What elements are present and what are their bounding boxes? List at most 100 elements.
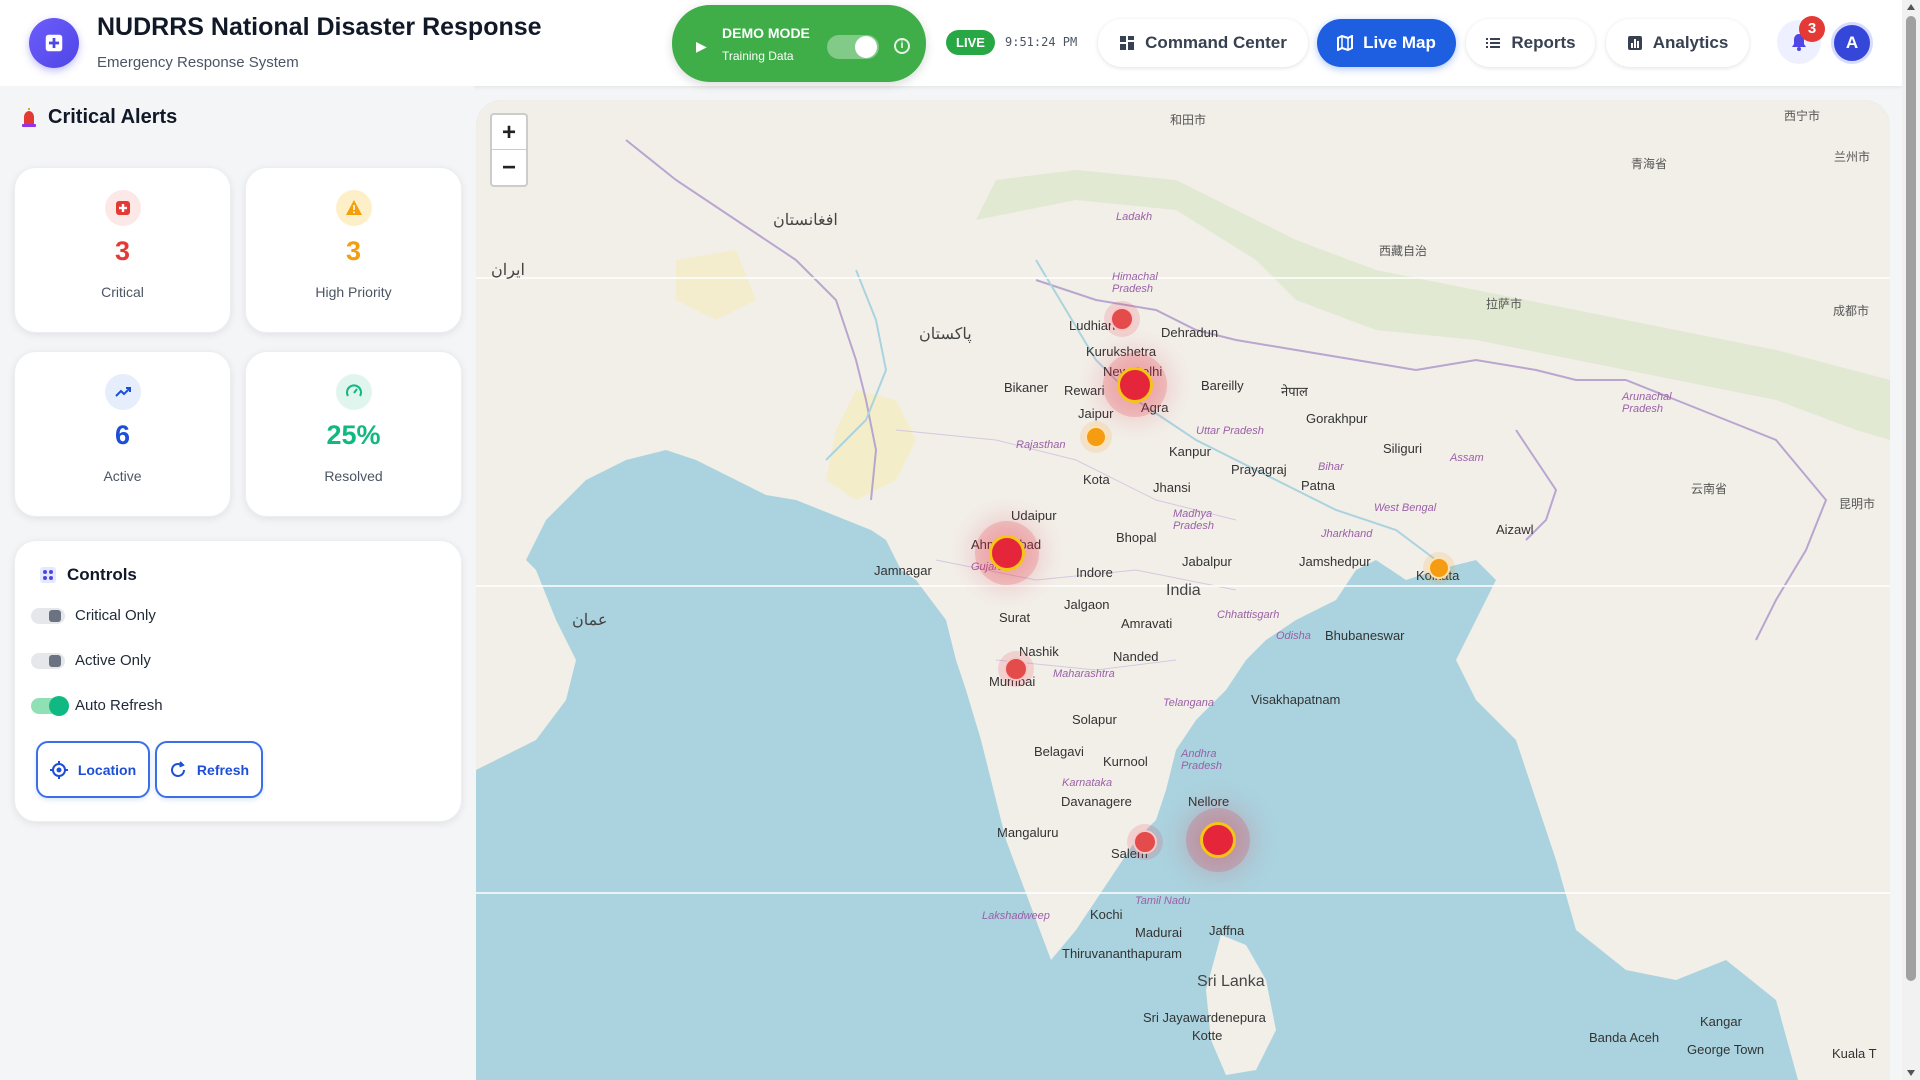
map-label-bareilly: Bareilly	[1201, 378, 1244, 393]
sidebar-title: Critical Alerts	[48, 106, 178, 128]
map-label-qinghai: 青海省	[1631, 157, 1668, 171]
info-icon[interactable]: i	[894, 38, 910, 54]
nav-label: Command Center	[1145, 33, 1287, 52]
nav-reports[interactable]: Reports	[1466, 19, 1595, 67]
map-icon	[1337, 35, 1354, 51]
incident-marker-critical[interactable]	[1117, 367, 1153, 403]
demo-mode-panel[interactable]: ▶ DEMO MODE Training Data i	[672, 5, 926, 82]
toggle-switch[interactable]	[31, 695, 69, 716]
toggle-critical-only[interactable]: Critical Only	[31, 607, 156, 624]
incident-marker-high[interactable]	[1428, 557, 1450, 579]
incident-marker-critical[interactable]	[1133, 830, 1157, 854]
map-label-aizawl: Aizawl	[1496, 522, 1534, 537]
map-label-kotte: Kotte	[1192, 1028, 1223, 1043]
map-label-ladakh: Ladakh	[1116, 211, 1153, 223]
map-label-kurnool: Kurnool	[1103, 754, 1148, 769]
live-map[interactable]: + − Ludhiana Dehradun Kurukshetra New De…	[476, 100, 1890, 1080]
incident-marker-high[interactable]	[1085, 426, 1107, 448]
controls-heading: Controls	[39, 565, 137, 585]
refresh-button[interactable]: Refresh	[155, 741, 263, 798]
map-label-agra: Agra	[1141, 400, 1169, 415]
map-label-hotan: 和田市	[1170, 113, 1207, 127]
map-label-jabalpur: Jabalpur	[1182, 554, 1232, 569]
incident-marker-critical[interactable]	[1200, 822, 1236, 858]
map-label-jaipur: Jaipur	[1078, 406, 1114, 421]
map-label-lakshadweep: Lakshadweep	[982, 910, 1050, 922]
location-button[interactable]: Location	[36, 741, 150, 798]
scroll-up-arrow-icon[interactable]	[1907, 4, 1915, 10]
clock-display: 9:51:24 PM	[1005, 35, 1078, 49]
toggle-switch[interactable]	[31, 652, 65, 669]
scroll-thumb[interactable]	[1906, 16, 1916, 981]
gauge-icon	[335, 374, 372, 410]
map-label-assam: Assam	[1450, 452, 1484, 464]
map-label-thiruvananthapuram: Thiruvananthapuram	[1062, 946, 1182, 961]
map-label-lanzhou: 兰州市	[1834, 150, 1871, 164]
critical-alerts-heading: Critical Alerts	[20, 106, 177, 129]
map-label-bihar: Bihar	[1318, 461, 1344, 473]
demo-mode-title: DEMO MODE	[722, 25, 810, 41]
demo-mode-subtitle: Training Data	[722, 49, 794, 63]
nav-live-map[interactable]: Live Map	[1317, 19, 1456, 67]
live-badge: LIVE	[946, 30, 995, 55]
nav-label: Analytics	[1652, 33, 1729, 52]
incident-marker-critical[interactable]	[1110, 307, 1134, 331]
toggle-knob	[855, 36, 877, 58]
toggle-auto-refresh[interactable]: Auto Refresh	[31, 695, 163, 716]
nav-command-center[interactable]: Command Center	[1098, 19, 1308, 67]
map-label-georgetown: George Town	[1687, 1042, 1765, 1057]
map-label-kangar: Kangar	[1700, 1014, 1742, 1029]
notifications-button[interactable]: 3	[1777, 16, 1825, 64]
map-label-jamshedpur: Jamshedpur	[1299, 554, 1371, 569]
refresh-icon	[170, 760, 185, 777]
stat-card-critical[interactable]: 3 Critical	[14, 167, 231, 333]
app-logo[interactable]	[29, 18, 79, 68]
notification-count-badge: 3	[1799, 16, 1825, 42]
map-label-pakistan: پاکستان	[919, 326, 972, 343]
map-label-india: India	[1166, 582, 1201, 599]
map-label-andhra: Andhra Pradesh	[1181, 748, 1222, 772]
toggle-active-only[interactable]: Active Only	[31, 652, 151, 669]
map-label-karnataka: Karnataka	[1062, 777, 1113, 789]
map-label-indore: Indore	[1076, 565, 1113, 580]
zoom-out-button[interactable]: −	[492, 150, 526, 185]
map-label-davanagere: Davanagere	[1061, 794, 1132, 809]
demo-mode-toggle[interactable]	[827, 35, 879, 59]
nav-label: Reports	[1511, 33, 1576, 52]
stat-value: 6	[114, 420, 131, 450]
user-avatar[interactable]: A	[1831, 22, 1873, 64]
locate-icon	[49, 760, 68, 779]
stat-card-high-priority[interactable]: 3 High Priority	[245, 167, 462, 333]
map-label-westbengal: West Bengal	[1374, 502, 1437, 514]
medical-cross-icon	[104, 190, 141, 226]
controls-panel: Controls Critical Only Active Only Auto …	[14, 540, 462, 822]
app-header: NUDRRS National Disaster Response Emerge…	[0, 0, 1902, 86]
map-label-afghanistan: افغانستان	[773, 212, 838, 229]
map-label-iran: ایران	[491, 262, 525, 279]
toggle-switch[interactable]	[31, 607, 65, 624]
map-label-siliguri: Siliguri	[1383, 441, 1423, 456]
map-label-jaffna: Jaffna	[1209, 923, 1245, 938]
map-label-srilanka: Sri Lanka	[1197, 973, 1265, 990]
map-label-oman: عمان	[572, 612, 608, 629]
nav-analytics[interactable]: Analytics	[1606, 19, 1749, 67]
dashboard-icon	[1120, 36, 1135, 50]
controls-grid-icon	[40, 567, 56, 583]
map-label-amravati: Amravati	[1121, 616, 1173, 631]
map-label-kualat: Kuala T	[1832, 1046, 1877, 1061]
play-icon[interactable]: ▶	[696, 38, 707, 55]
page-scrollbar[interactable]	[1902, 0, 1920, 1080]
stat-card-active[interactable]: 6 Active	[14, 351, 231, 517]
stat-card-resolved[interactable]: 25% Resolved	[245, 351, 462, 517]
scroll-down-arrow-icon[interactable]	[1907, 1070, 1915, 1076]
map-label-tamilnadu: Tamil Nadu	[1135, 895, 1191, 907]
map-label-solapur: Solapur	[1072, 712, 1117, 727]
zoom-in-button[interactable]: +	[492, 115, 526, 150]
map-label-prayagraj: Prayagraj	[1231, 462, 1287, 477]
map-label-rewari: Rewari	[1064, 383, 1105, 398]
map-label-dehradun: Dehradun	[1161, 325, 1219, 340]
incident-marker-critical[interactable]	[1004, 657, 1028, 681]
incident-marker-critical[interactable]	[989, 535, 1025, 571]
app-title: NUDRRS National Disaster Response	[97, 13, 542, 41]
map-label-jalgaon: Jalgaon	[1064, 597, 1110, 612]
